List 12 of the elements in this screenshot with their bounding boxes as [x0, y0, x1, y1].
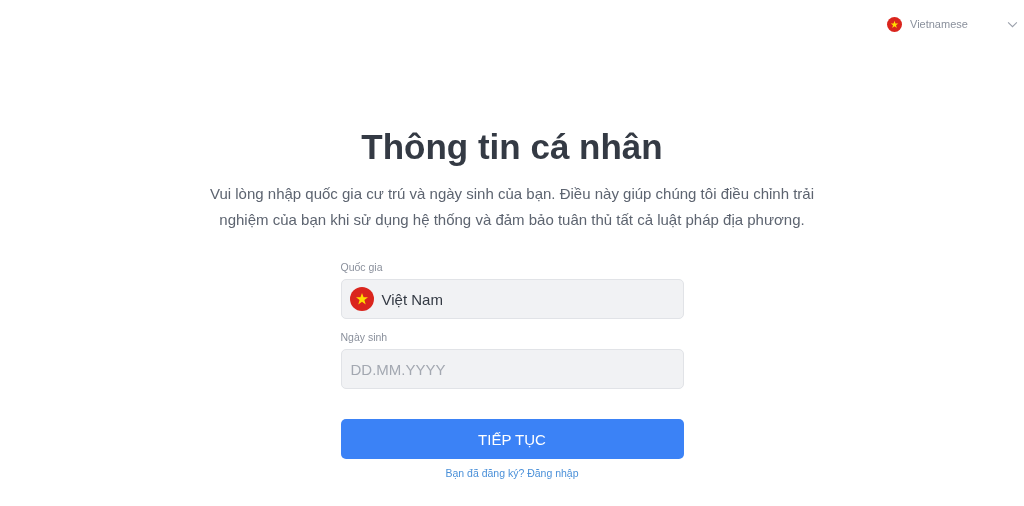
- chevron-down-icon: [1007, 20, 1018, 28]
- login-link[interactable]: Bạn đã đăng ký? Đăng nhập: [445, 467, 579, 479]
- country-select[interactable]: Việt Nam: [340, 279, 684, 319]
- field-label: Ngày sinh: [340, 331, 389, 343]
- date-input[interactable]: DD.MM.YYYY: [340, 349, 684, 389]
- field-label: Quốc gia: [340, 261, 384, 273]
- language-selector[interactable]: Vietnamese: [887, 15, 1018, 33]
- page-title: Thông tin cá nhân: [361, 126, 663, 168]
- flag-icon: [349, 287, 374, 311]
- continue-button[interactable]: TIẾP TỤC: [340, 419, 684, 459]
- description: Vui lòng nhập quốc gia cư trú và ngày sinh của bạn. Điều này giúp chúng tôi điều chỉnh trải nghiệm của bạn khi sử dụng hệ thống và đảm bảo tuân thủ tất cả luật pháp địa phương.: [208, 184, 816, 230]
- flag-icon: [887, 16, 902, 32]
